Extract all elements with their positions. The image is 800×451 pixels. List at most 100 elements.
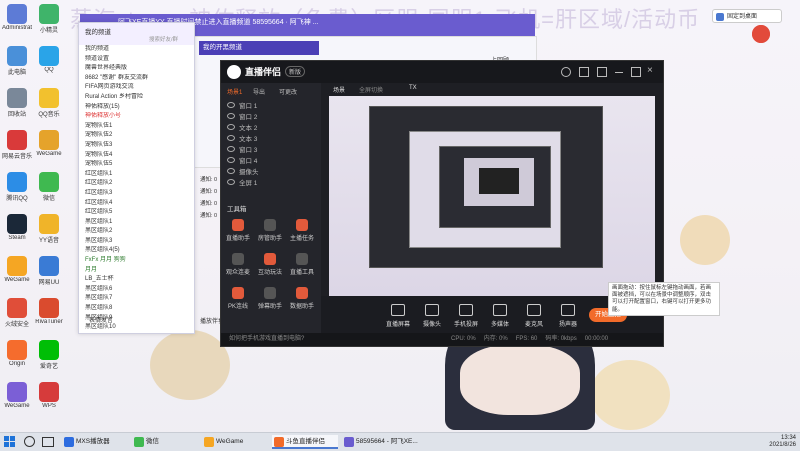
channel-item[interactable]: FxFx 月月 狗狗: [79, 256, 194, 266]
skin-icon[interactable]: [579, 67, 589, 77]
scene-item[interactable]: 文本 2: [227, 123, 317, 134]
channel-item[interactable]: 黑区组队2: [79, 227, 194, 237]
scene-item[interactable]: 窗口 2: [227, 112, 317, 123]
channel-item[interactable]: 黑区组队6: [79, 285, 194, 295]
channel-item[interactable]: 宠物队伍1: [79, 122, 194, 132]
sidebar-tab[interactable]: 场景1: [227, 87, 242, 96]
minimize-icon[interactable]: [615, 72, 623, 73]
search-icon[interactable]: [24, 436, 35, 447]
scene-item[interactable]: 窗口 3: [227, 145, 317, 156]
desktop-icon[interactable]: WeGame: [2, 382, 32, 409]
toolbox-item[interactable]: 房管助手: [257, 219, 283, 242]
eye-icon[interactable]: [227, 168, 235, 174]
desktop-icon[interactable]: 腾讯QQ: [2, 172, 32, 202]
scene-item[interactable]: 文本 3: [227, 134, 317, 145]
channel-item[interactable]: 黑区组队7: [79, 294, 194, 304]
system-clock[interactable]: 13:34 2021/8/26: [769, 435, 796, 449]
desktop-icon[interactable]: 网易云音乐: [2, 130, 32, 160]
desktop-icon[interactable]: 小精灵: [34, 4, 64, 34]
toolbox-item[interactable]: 主播任务: [289, 219, 315, 242]
channel-item[interactable]: 魔兽世界经典版: [79, 64, 194, 74]
desktop-icon[interactable]: Steam: [2, 214, 32, 241]
channel-item[interactable]: 红区组队5: [79, 208, 194, 218]
scene-item[interactable]: 摄像头: [227, 167, 317, 178]
channel-item[interactable]: 黑区组队8: [79, 304, 194, 314]
desktop-icon[interactable]: WeGame: [2, 256, 32, 283]
taskbar-app[interactable]: 斗鱼直播伴侣: [272, 435, 338, 449]
channel-item[interactable]: 频道设置: [79, 55, 194, 65]
channel-item[interactable]: 神佑释放小号: [79, 112, 194, 122]
toolbox-item[interactable]: 直播工具: [289, 253, 315, 276]
desktop-icon[interactable]: WPS: [34, 382, 64, 409]
bottom-bar-button[interactable]: 手机投屏: [453, 304, 479, 328]
menu-icon[interactable]: [597, 67, 607, 77]
channel-item[interactable]: 宠物队伍4: [79, 151, 194, 161]
toolbox-item[interactable]: 数据助手: [289, 287, 315, 310]
record-icon[interactable]: [752, 25, 770, 43]
channel-item[interactable]: 我的频道: [79, 45, 194, 55]
taskbar-app[interactable]: MXS播放器: [62, 435, 128, 449]
live-title-bar[interactable]: 直播伴侣 新版 ×: [221, 61, 663, 83]
preview-tab[interactable]: TX: [409, 85, 417, 91]
desktop-icon[interactable]: 网易UU: [34, 256, 64, 286]
channel-item[interactable]: 红区组队4: [79, 199, 194, 209]
channel-item[interactable]: 红区组队1: [79, 170, 194, 180]
desktop-icon[interactable]: QQ音乐: [34, 88, 64, 118]
desktop-icon[interactable]: QQ: [34, 46, 64, 73]
channel-item[interactable]: 黑区组队10: [79, 323, 194, 333]
channel-item[interactable]: 宠物队伍2: [79, 131, 194, 141]
channel-item[interactable]: Rural Action 乡村冒险: [79, 93, 194, 103]
eye-icon[interactable]: [227, 102, 235, 108]
eye-icon[interactable]: [227, 179, 235, 185]
pin-to-desktop-button[interactable]: 固定到桌面: [712, 9, 782, 23]
toolbox-item[interactable]: PK连线: [225, 287, 251, 310]
channel-item[interactable]: 宠物队伍3: [79, 141, 194, 151]
channel-item[interactable]: 红区组队2: [79, 179, 194, 189]
eye-icon[interactable]: [227, 157, 235, 163]
channel-item[interactable]: 8682 "感谢" 群友交流群: [79, 74, 194, 84]
channel-footer[interactable]: 表情发言: [89, 315, 113, 324]
maximize-icon[interactable]: [631, 67, 641, 77]
bottom-bar-button[interactable]: 多媒体: [487, 304, 513, 328]
bottom-bar-button[interactable]: 麦克风: [521, 304, 547, 328]
channel-search-input[interactable]: 搜索好友/群: [149, 35, 178, 43]
channel-item[interactable]: 神佑释放(15): [79, 103, 194, 113]
scene-item[interactable]: 窗口 1: [227, 101, 317, 112]
eye-icon[interactable]: [227, 124, 235, 130]
toolbox-item[interactable]: 直播助手: [225, 219, 251, 242]
desktop-icon[interactable]: 此电脑: [2, 46, 32, 76]
channel-item[interactable]: 红区组队3: [79, 189, 194, 199]
desktop-icon[interactable]: 微信: [34, 172, 64, 202]
desktop-icon[interactable]: YY语音: [34, 214, 64, 244]
yy-tab-mine[interactable]: 我的开黑频道: [199, 41, 319, 55]
desktop-icon[interactable]: Origin: [2, 340, 32, 367]
scene-item[interactable]: 全屏 1: [227, 178, 317, 189]
desktop-icon[interactable]: 回收站: [2, 88, 32, 118]
desktop-icon[interactable]: 火绒安全: [2, 298, 32, 328]
channel-item[interactable]: 黑区组队3: [79, 237, 194, 247]
taskbar-app[interactable]: 微信: [132, 435, 198, 449]
live-preview[interactable]: [329, 96, 655, 296]
toolbox-item[interactable]: 互动玩法: [257, 253, 283, 276]
eye-icon[interactable]: [227, 146, 235, 152]
windows-start-icon[interactable]: [4, 436, 16, 448]
channel-item[interactable]: 月月: [79, 266, 194, 276]
sidebar-tab[interactable]: 可更改: [279, 87, 297, 96]
close-icon[interactable]: ×: [647, 65, 653, 76]
desktop-icon[interactable]: RivaTuner: [34, 298, 64, 325]
channel-item[interactable]: FIFA网页游戏交流: [79, 83, 194, 93]
settings-icon[interactable]: [561, 67, 571, 77]
bottom-bar-button[interactable]: 扬声器: [555, 304, 581, 328]
eye-icon[interactable]: [227, 113, 235, 119]
task-view-icon[interactable]: [42, 437, 54, 447]
taskbar-app[interactable]: 58595664 - 阿飞XE...: [342, 435, 418, 449]
channel-item[interactable]: 黑区组队4(5): [79, 246, 194, 256]
bottom-bar-button[interactable]: 摄像头: [419, 304, 445, 328]
sidebar-tab[interactable]: 导出: [253, 87, 265, 96]
desktop-icon[interactable]: 爱奇艺: [34, 340, 64, 370]
toolbox-item[interactable]: 观众连麦: [225, 253, 251, 276]
taskbar-app[interactable]: WeGame: [202, 435, 268, 449]
bottom-bar-button[interactable]: 直播屏幕: [385, 304, 411, 328]
status-hint-link[interactable]: 如何把手机游戏直播到电脑?: [229, 336, 304, 342]
desktop-icon[interactable]: WeGame: [34, 130, 64, 157]
